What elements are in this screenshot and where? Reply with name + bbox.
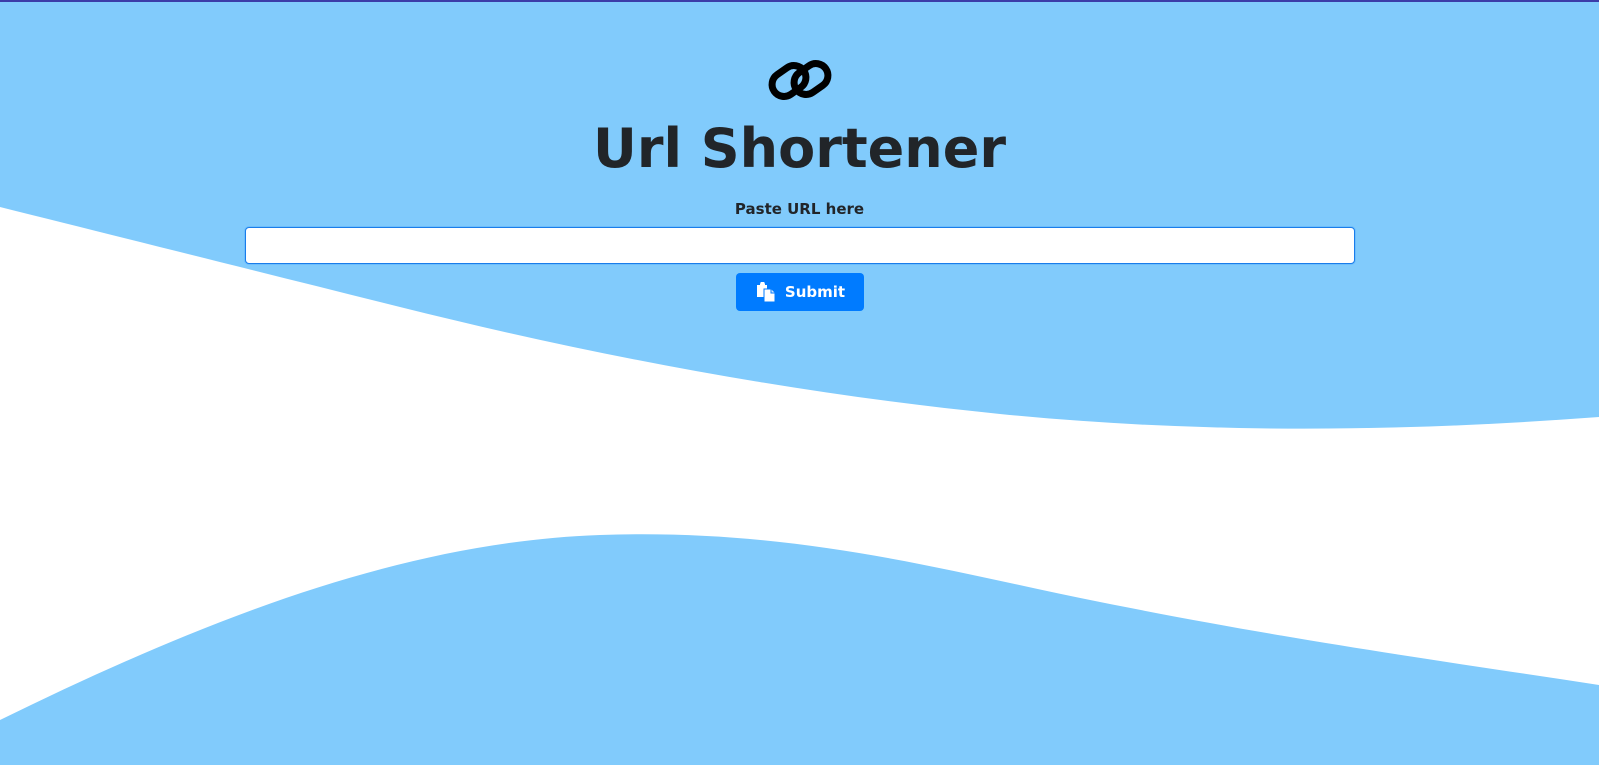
main-content: Url Shortener Paste URL here Submit [0, 2, 1599, 765]
url-input-label: Paste URL here [734, 200, 865, 218]
paste-icon [756, 282, 776, 303]
page: Url Shortener Paste URL here Submit [0, 0, 1599, 765]
submit-button[interactable]: Submit [736, 273, 864, 311]
submit-button-label: Submit [784, 283, 846, 301]
page-title: Url Shortener [593, 117, 1006, 180]
url-input[interactable] [245, 227, 1355, 264]
link-icon [768, 60, 832, 100]
